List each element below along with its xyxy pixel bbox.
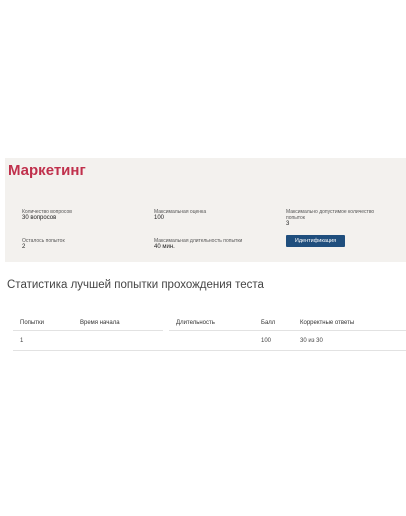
column-header-start-time: Время начала	[80, 320, 120, 326]
question-count-value: 30 вопросов	[22, 215, 57, 221]
max-duration: Максимальная длительность попытки 40 мин…	[154, 238, 242, 250]
test-title: Маркетинг	[8, 162, 86, 179]
column-header-duration: Длительность	[176, 320, 215, 326]
max-duration-value: 40 мин.	[154, 244, 175, 250]
attempts-left-label: Осталось попыток	[22, 238, 65, 244]
question-count: Количество вопросов 30 вопросов	[22, 209, 72, 221]
column-header-correct-answers: Корректные ответы	[300, 320, 355, 326]
max-score: Максимальная оценка 100	[154, 209, 206, 221]
attempts-left: Осталось попыток 2	[22, 238, 65, 250]
max-score-value: 100	[154, 215, 165, 221]
stats-heading: Статистика лучшей попытки прохождения те…	[7, 279, 264, 291]
max-attempts: Максимально допустимое количество попыто…	[286, 209, 386, 227]
column-header-score: Балл	[261, 320, 276, 326]
header-divider-right	[169, 330, 406, 331]
identification-button[interactable]: Идентификация	[286, 235, 345, 247]
row-score: 100	[261, 338, 272, 344]
attempts-left-value: 2	[22, 244, 26, 250]
header-divider-left	[13, 330, 163, 331]
column-header-attempts: Попытки	[20, 320, 44, 326]
row-divider	[13, 350, 406, 351]
row-correct-answers: 30 из 30	[300, 338, 323, 344]
test-info-card: Маркетинг Количество вопросов 30 вопросо…	[5, 158, 406, 262]
max-attempts-label: Максимально допустимое количество попыто…	[286, 209, 375, 221]
max-attempts-value: 3	[286, 221, 290, 227]
row-attempt: 1	[20, 338, 24, 344]
